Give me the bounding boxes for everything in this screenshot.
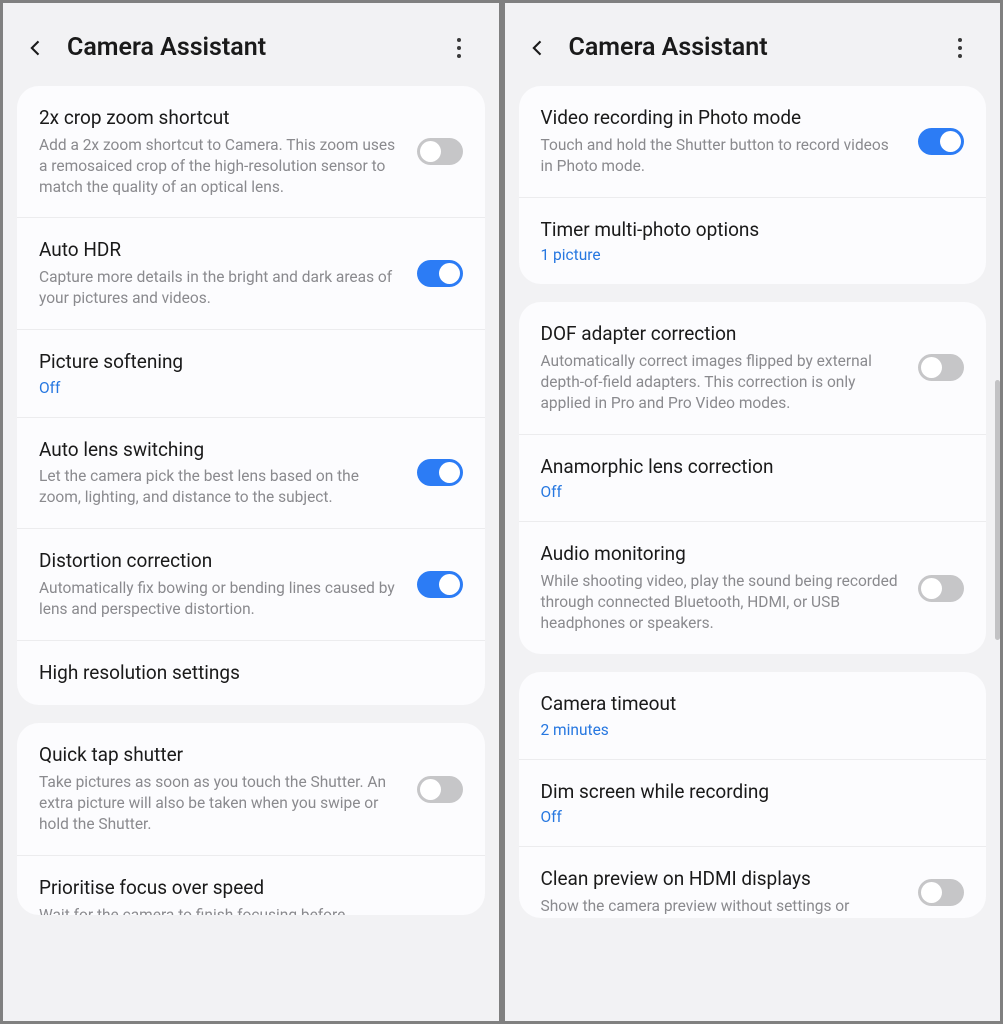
row-auto-hdr[interactable]: Auto HDR Capture more details in the bri… — [17, 217, 485, 329]
row-prioritise-focus[interactable]: Prioritise focus over speed Wait for the… — [17, 855, 485, 915]
settings-group: Quick tap shutter Take pictures as soon … — [17, 723, 485, 914]
row-title: Picture softening — [39, 350, 463, 375]
row-title: 2x crop zoom shortcut — [39, 106, 399, 131]
row-high-resolution-settings[interactable]: High resolution settings — [17, 640, 485, 706]
toggle-dof-adapter-correction[interactable] — [918, 354, 964, 381]
settings-group: DOF adapter correction Automatically cor… — [519, 302, 987, 654]
left-screen: Camera Assistant 2x crop zoom shortcut A… — [0, 0, 502, 1024]
row-title: Dim screen while recording — [541, 780, 965, 805]
row-camera-timeout[interactable]: Camera timeout 2 minutes — [519, 672, 987, 759]
toggle-2x-crop-zoom[interactable] — [417, 138, 463, 165]
row-desc: Take pictures as soon as you touch the S… — [39, 772, 399, 835]
row-title: DOF adapter correction — [541, 322, 901, 347]
row-title: Timer multi-photo options — [541, 218, 965, 243]
row-value: Off — [39, 379, 463, 397]
row-distortion-correction[interactable]: Distortion correction Automatically fix … — [17, 528, 485, 640]
toggle-distortion-correction[interactable] — [417, 571, 463, 598]
row-anamorphic-lens-correction[interactable]: Anamorphic lens correction Off — [519, 434, 987, 522]
row-2x-crop-zoom[interactable]: 2x crop zoom shortcut Add a 2x zoom shor… — [17, 86, 485, 217]
row-desc: Automatically correct images flipped by … — [541, 351, 901, 414]
settings-group: Video recording in Photo mode Touch and … — [519, 86, 987, 284]
header: Camera Assistant — [505, 3, 1001, 86]
row-title: Quick tap shutter — [39, 743, 399, 768]
page-title: Camera Assistant — [67, 33, 429, 62]
back-icon[interactable] — [525, 35, 551, 61]
row-desc: Capture more details in the bright and d… — [39, 267, 399, 309]
row-title: Audio monitoring — [541, 542, 901, 567]
row-desc: Automatically fix bowing or bending line… — [39, 578, 399, 620]
row-picture-softening[interactable]: Picture softening Off — [17, 329, 485, 417]
row-timer-multi-photo[interactable]: Timer multi-photo options 1 picture — [519, 197, 987, 285]
row-title: Distortion correction — [39, 549, 399, 574]
back-icon[interactable] — [23, 35, 49, 61]
toggle-clean-preview-hdmi[interactable] — [918, 879, 964, 906]
row-desc: Let the camera pick the best lens based … — [39, 466, 399, 508]
row-title: Clean preview on HDMI displays — [541, 867, 901, 892]
more-icon[interactable] — [447, 36, 471, 60]
row-value: Off — [541, 483, 965, 501]
page-title: Camera Assistant — [569, 33, 931, 62]
row-audio-monitoring[interactable]: Audio monitoring While shooting video, p… — [519, 521, 987, 653]
row-title: Auto HDR — [39, 238, 399, 263]
row-value: Off — [541, 808, 965, 826]
row-title: Anamorphic lens correction — [541, 455, 965, 480]
row-title: Video recording in Photo mode — [541, 106, 901, 131]
toggle-video-recording-photo-mode[interactable] — [918, 128, 964, 155]
header: Camera Assistant — [3, 3, 499, 86]
toggle-audio-monitoring[interactable] — [918, 575, 964, 602]
row-title: Prioritise focus over speed — [39, 876, 463, 901]
toggle-auto-hdr[interactable] — [417, 260, 463, 287]
toggle-auto-lens-switching[interactable] — [417, 459, 463, 486]
row-title: High resolution settings — [39, 661, 463, 686]
row-video-recording-photo-mode[interactable]: Video recording in Photo mode Touch and … — [519, 86, 987, 197]
row-dof-adapter-correction[interactable]: DOF adapter correction Automatically cor… — [519, 302, 987, 433]
row-quick-tap-shutter[interactable]: Quick tap shutter Take pictures as soon … — [17, 723, 485, 854]
row-desc: Wait for the camera to finish focusing b… — [39, 905, 463, 915]
row-title: Camera timeout — [541, 692, 965, 717]
row-clean-preview-hdmi[interactable]: Clean preview on HDMI displays Show the … — [519, 846, 987, 918]
more-icon[interactable] — [948, 36, 972, 60]
row-value: 1 picture — [541, 246, 965, 264]
row-desc: While shooting video, play the sound bei… — [541, 571, 901, 634]
settings-group: Camera timeout 2 minutes Dim screen whil… — [519, 672, 987, 918]
settings-list: Video recording in Photo mode Touch and … — [505, 86, 1001, 1021]
row-desc: Add a 2x zoom shortcut to Camera. This z… — [39, 135, 399, 198]
row-desc: Show the camera preview without settings… — [541, 896, 901, 918]
row-dim-screen-recording[interactable]: Dim screen while recording Off — [519, 759, 987, 847]
row-title: Auto lens switching — [39, 438, 399, 463]
row-auto-lens-switching[interactable]: Auto lens switching Let the camera pick … — [17, 417, 485, 529]
right-screen: Camera Assistant Video recording in Phot… — [502, 0, 1003, 1024]
settings-group: 2x crop zoom shortcut Add a 2x zoom shor… — [17, 86, 485, 705]
row-desc: Touch and hold the Shutter button to rec… — [541, 135, 901, 177]
scrollbar[interactable] — [995, 380, 1000, 640]
settings-list: 2x crop zoom shortcut Add a 2x zoom shor… — [3, 86, 499, 1021]
toggle-quick-tap-shutter[interactable] — [417, 776, 463, 803]
row-value: 2 minutes — [541, 721, 965, 739]
